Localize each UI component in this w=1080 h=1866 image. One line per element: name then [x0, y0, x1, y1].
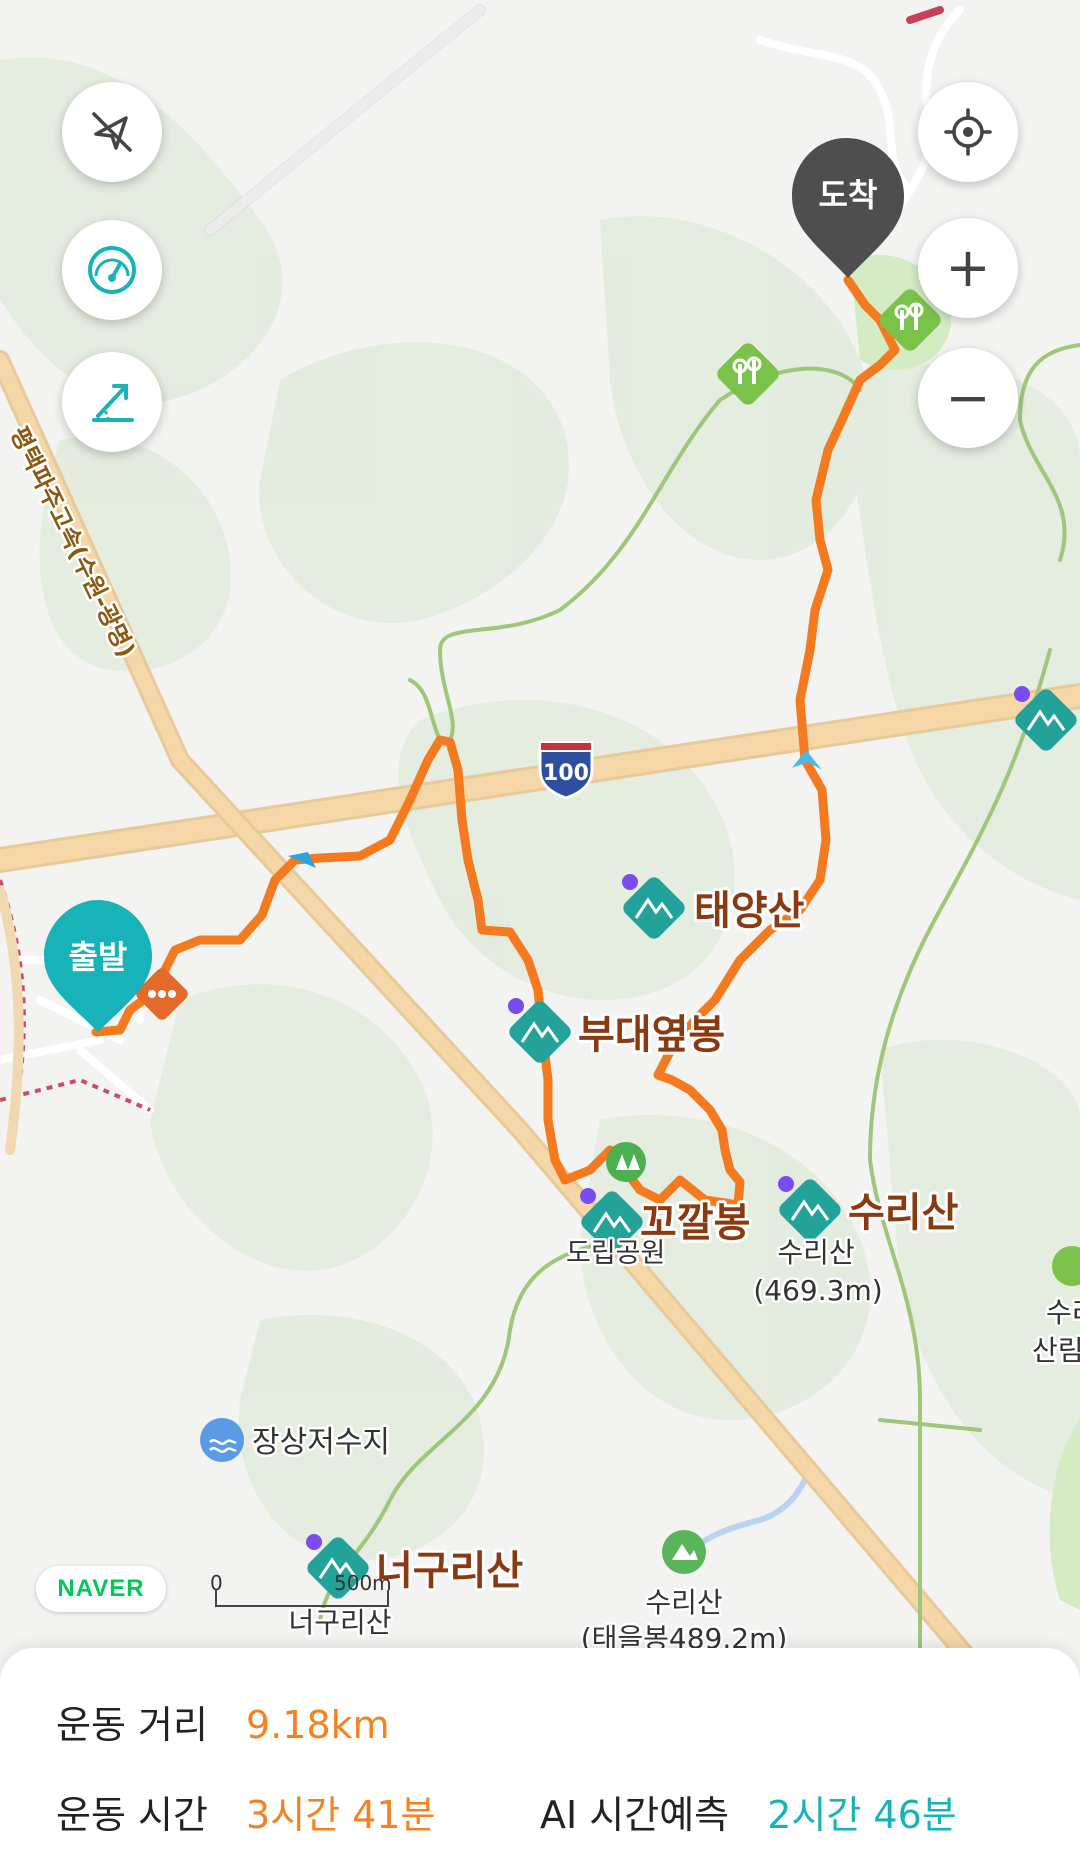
highway-number: 100 — [543, 761, 589, 786]
zoom-in-button[interactable]: + — [918, 218, 1018, 318]
peak-elev-surisan: (469.3m) — [753, 1274, 882, 1307]
compass-button[interactable] — [62, 82, 162, 182]
locate-button[interactable] — [918, 82, 1018, 182]
peak-label-budaeyeopbong: 부대옆봉 — [578, 1012, 725, 1058]
slope-icon — [92, 384, 134, 422]
mountain-peak-icon — [662, 1530, 706, 1574]
reservoir-label: 장상저수지 — [252, 1425, 390, 1460]
peak-label-taeyangsan: 태양산 — [694, 888, 805, 934]
time-value: 3시간 41분 — [246, 1793, 436, 1837]
zoom-in-icon: + — [945, 236, 991, 299]
distance-value: 9.18km — [246, 1703, 390, 1747]
end-label: 도착 — [819, 176, 878, 214]
compass-off-icon — [92, 112, 132, 152]
peak-label-surisan: 수리산 — [848, 1190, 959, 1236]
peak-label-neogurisan: 너구리산 — [376, 1548, 523, 1594]
scale-distance: 500m — [334, 1571, 392, 1595]
peak-label-kkokkalbong: 꼬깔봉 — [640, 1200, 750, 1246]
ai-label: AI 시간예측 — [540, 1793, 730, 1837]
ai-row: AI 시간예측 2시간 46분 — [540, 1784, 957, 1839]
ai-value: 2시간 46분 — [767, 1793, 957, 1837]
park-tree-icon — [606, 1142, 646, 1182]
peak-sub-surisan: 수리산 — [777, 1236, 854, 1269]
peak-label-surisan-tae: 수리산 — [645, 1586, 722, 1619]
gauge-icon — [88, 246, 136, 294]
start-label: 출발 — [69, 938, 128, 976]
speed-gauge-button[interactable] — [62, 220, 162, 320]
highway-shield-100: 100 — [538, 741, 594, 800]
zoom-out-button[interactable]: − — [918, 348, 1018, 448]
time-row: 운동 시간 3시간 41분 — [56, 1784, 436, 1839]
time-label: 운동 시간 — [56, 1793, 208, 1837]
reservoir-icon — [200, 1418, 244, 1462]
scale-zero: 0 — [210, 1571, 223, 1595]
locate-icon — [944, 108, 992, 156]
slope-button[interactable] — [62, 352, 162, 452]
naver-logo: NAVER — [36, 1566, 166, 1612]
edge-label-bottom: 산림 — [1032, 1334, 1080, 1367]
edge-label-top: 수리 — [1046, 1296, 1080, 1329]
zoom-out-icon: − — [945, 366, 991, 429]
peak-sub-neogurisan: 너구리산 — [288, 1606, 391, 1639]
distance-row: 운동 거리 9.18km — [56, 1694, 390, 1749]
stats-panel: 운동 거리 9.18km 운동 시간 3시간 41분 AI 시간예측 2시간 4… — [0, 1648, 1080, 1866]
distance-label: 운동 거리 — [56, 1703, 208, 1747]
